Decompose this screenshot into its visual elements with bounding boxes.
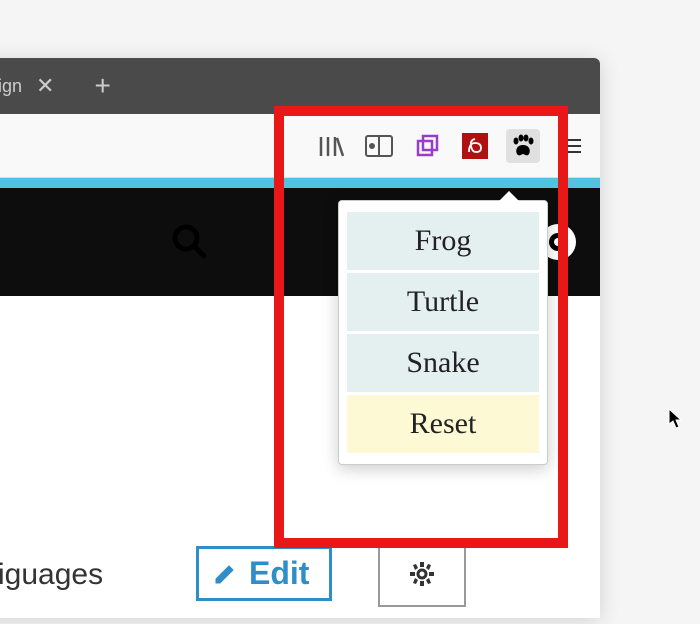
close-icon[interactable]: ✕ (36, 73, 54, 99)
browser-tab[interactable]: Design ✕ (0, 58, 66, 114)
tab-bar: Design ✕ + (0, 58, 600, 114)
accent-bar (0, 178, 600, 188)
extension-popup: Frog Turtle Snake Reset (338, 200, 548, 465)
library-icon[interactable] (314, 129, 348, 163)
popup-item-frog[interactable]: Frog (347, 212, 539, 270)
tab-label: Design (0, 76, 22, 97)
popup-item-reset[interactable]: Reset (347, 395, 539, 453)
new-tab-button[interactable]: + (94, 70, 110, 102)
browser-toolbar (0, 114, 600, 178)
pencil-icon (213, 562, 237, 586)
pdf-icon[interactable] (458, 129, 492, 163)
edit-label: Edit (249, 555, 309, 592)
hamburger-icon (557, 139, 585, 153)
settings-button[interactable] (378, 546, 466, 607)
paw-icon[interactable] (506, 129, 540, 163)
menu-icon[interactable] (554, 129, 588, 163)
page-heading-fragment: iguages (0, 558, 103, 592)
cursor-icon (668, 408, 684, 435)
copy-icon[interactable] (410, 129, 444, 163)
reader-icon[interactable] (362, 129, 396, 163)
popup-item-snake[interactable]: Snake (347, 334, 539, 392)
search-icon[interactable] (168, 220, 212, 264)
gear-icon (408, 560, 436, 588)
edit-button[interactable]: Edit (196, 546, 332, 601)
popup-item-turtle[interactable]: Turtle (347, 273, 539, 331)
